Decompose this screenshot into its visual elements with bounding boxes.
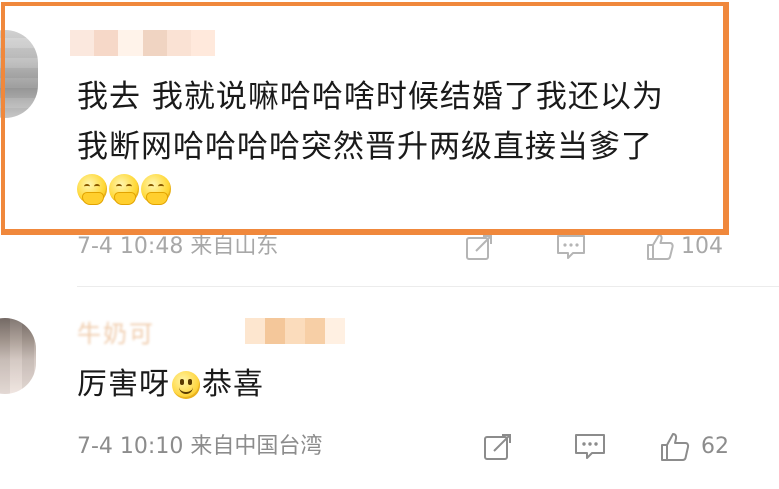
mosaic-block <box>70 30 95 56</box>
avatar-pixelated[interactable] <box>0 318 36 394</box>
share-icon[interactable] <box>465 233 495 261</box>
mosaic-block <box>245 318 265 344</box>
mosaic-block <box>118 30 143 56</box>
smile-face-icon <box>172 371 200 399</box>
username[interactable]: 牛奶可 <box>77 316 345 348</box>
shy-face-icon <box>141 174 171 205</box>
share-icon[interactable] <box>483 432 513 462</box>
like-button[interactable]: 62 <box>659 430 729 464</box>
mosaic-block <box>285 318 305 344</box>
comment-text: 厉害呀 恭喜 <box>77 365 264 405</box>
mosaic-block <box>166 30 191 56</box>
mosaic-block <box>265 318 285 344</box>
comment-text-part: 厉害呀 <box>77 367 170 402</box>
comment-text-part: 恭喜 <box>202 367 264 402</box>
like-count: 62 <box>701 434 729 459</box>
mosaic-block <box>305 318 325 344</box>
comment-text: 我去 我就说嘛哈哈啥时候结婚了我还以为 我断网哈哈哈哈突然晋升两级直接当爹了 <box>77 72 737 172</box>
mosaic-block <box>190 30 216 56</box>
username-pixelated[interactable] <box>70 30 216 56</box>
comment-text-line: 我去 我就说嘛哈哈啥时候结婚了我还以为 <box>77 79 664 115</box>
like-button[interactable]: 104 <box>645 231 723 263</box>
avatar-pixelated[interactable] <box>0 30 38 118</box>
shy-face-icon <box>77 174 107 205</box>
thumbs-up-icon <box>645 232 675 262</box>
emoji-row <box>77 174 171 205</box>
comment-thread: 我去 我就说嘛哈哈啥时候结婚了我还以为 我断网哈哈哈哈突然晋升两级直接当爹了 7… <box>0 0 779 489</box>
comment-meta: 7-4 10:48 来自山东 <box>77 234 279 259</box>
username-pixelated <box>245 318 345 344</box>
shy-face-icon <box>109 174 139 205</box>
comment-icon[interactable] <box>555 233 587 261</box>
mosaic-block <box>142 30 167 56</box>
comment-footer: 7-4 10:48 来自山东 104 <box>77 231 757 263</box>
mosaic-block <box>325 318 345 344</box>
username-text: 牛奶可 <box>77 319 155 348</box>
comment-icon[interactable] <box>573 432 607 462</box>
divider <box>77 286 779 287</box>
comment-meta: 7-4 10:10 来自中国台湾 <box>77 434 323 459</box>
thumbs-up-icon <box>659 431 691 463</box>
mosaic-block <box>94 30 119 56</box>
comment-footer: 7-4 10:10 来自中国台湾 62 <box>77 430 767 464</box>
like-count: 104 <box>681 234 723 259</box>
comment-text-line: 我断网哈哈哈哈突然晋升两级直接当爹了 <box>77 129 653 165</box>
